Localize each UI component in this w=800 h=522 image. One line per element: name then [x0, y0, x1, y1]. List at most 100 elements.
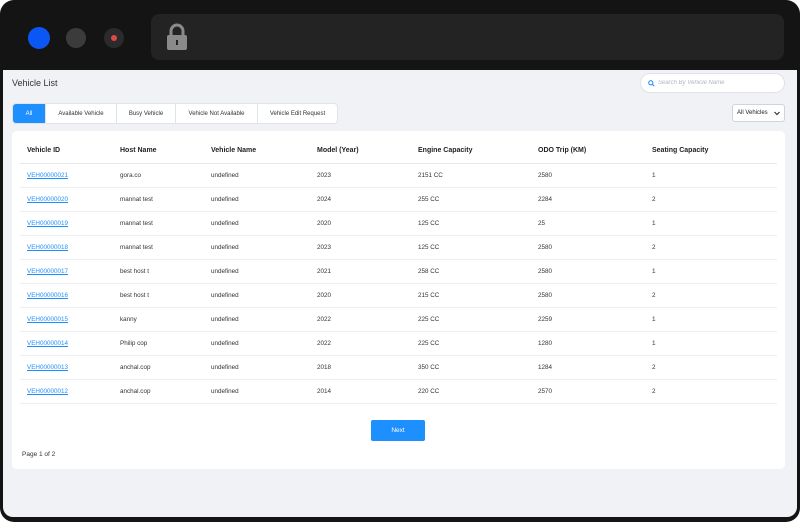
table-cell: 2020	[317, 211, 418, 236]
device-frame: Vehicle List All Available Vehicle Busy …	[0, 0, 800, 522]
vehicle-id-link[interactable]: VEH00000013	[27, 364, 68, 371]
table-row: VEH00000013 anchal.cop undefined 2018 350 CC…	[20, 355, 777, 380]
window-button-gray[interactable]	[66, 28, 86, 48]
table-cell: undefined	[211, 355, 317, 380]
table-cell: undefined	[211, 163, 317, 188]
table-cell: 2580	[538, 235, 652, 260]
table-cell: best host t	[120, 259, 211, 284]
table-cell: 1	[652, 259, 777, 284]
table-cell: 2023	[317, 163, 418, 188]
vehicle-table-card: Vehicle ID Host Name Vehicle Name Model (Ye…	[12, 131, 785, 469]
search-input[interactable]	[658, 77, 780, 89]
table-cell: VEH00000015	[20, 307, 120, 332]
window-toolbar	[0, 0, 800, 70]
tab-vehicle-edit-request[interactable]: Vehicle Edit Request	[258, 104, 337, 123]
address-bar[interactable]	[151, 14, 784, 60]
lock-icon	[167, 23, 187, 50]
table-cell: 2151 CC	[418, 163, 538, 188]
table-cell: 1	[652, 211, 777, 236]
vehicle-id-link[interactable]: VEH00000021	[27, 172, 68, 179]
table-cell: 1280	[538, 331, 652, 356]
search-box[interactable]	[640, 73, 785, 93]
table-cell: VEH00000019	[20, 211, 120, 236]
table-cell: 25	[538, 211, 652, 236]
table-cell: undefined	[211, 331, 317, 356]
table-cell: 255 CC	[418, 187, 538, 212]
vehicle-id-link[interactable]: VEH00000014	[27, 340, 68, 347]
table-cell: VEH00000017	[20, 259, 120, 284]
table-cell: 2018	[317, 355, 418, 380]
column-header: Seating Capacity	[652, 139, 777, 164]
table-cell: anchal.cop	[120, 379, 211, 404]
table-cell: 2259	[538, 307, 652, 332]
table-cell: gora.co	[120, 163, 211, 188]
table-row: VEH00000014 Philip cop undefined 2022 225 CC…	[20, 331, 777, 356]
column-header: Vehicle ID	[20, 139, 120, 164]
table-cell: 2580	[538, 283, 652, 308]
table-cell: VEH00000016	[20, 283, 120, 308]
table-cell: 1284	[538, 355, 652, 380]
page-title: Vehicle List	[12, 78, 58, 88]
table-cell: VEH00000018	[20, 235, 120, 260]
vehicle-id-link[interactable]: VEH00000020	[27, 196, 68, 203]
table-cell: undefined	[211, 283, 317, 308]
table-cell: undefined	[211, 187, 317, 212]
table-cell: 2	[652, 187, 777, 212]
table-cell: VEH00000020	[20, 187, 120, 212]
tab-vehicle-not-available[interactable]: Vehicle Not Available	[176, 104, 258, 123]
table-cell: undefined	[211, 259, 317, 284]
table-cell: mannat test	[120, 235, 211, 260]
tab-available-vehicle[interactable]: Available Vehicle	[46, 104, 117, 123]
table-cell: 1	[652, 331, 777, 356]
vehicle-filter-value: All Vehicles	[737, 110, 768, 116]
table-cell: 2023	[317, 235, 418, 260]
vehicle-id-link[interactable]: VEH00000019	[27, 220, 68, 227]
table-cell: 2021	[317, 259, 418, 284]
column-header: ODO Trip (KM)	[538, 139, 652, 164]
table-cell: 125 CC	[418, 235, 538, 260]
vehicle-id-link[interactable]: VEH00000018	[27, 244, 68, 251]
table-cell: mannat test	[120, 187, 211, 212]
next-button[interactable]: Next	[371, 420, 425, 441]
vehicle-filter-select[interactable]: All Vehicles	[732, 104, 785, 122]
vehicle-id-link[interactable]: VEH00000016	[27, 292, 68, 299]
page-info: Page 1 of 2	[22, 451, 56, 458]
table-cell: 2	[652, 283, 777, 308]
table-cell: 2020	[317, 283, 418, 308]
table-cell: 2	[652, 235, 777, 260]
app-screen: Vehicle List All Available Vehicle Busy …	[3, 70, 797, 517]
column-header: Vehicle Name	[211, 139, 317, 164]
window-button-blue[interactable]	[28, 27, 50, 49]
table-cell: 2	[652, 379, 777, 404]
table-cell: 2	[652, 355, 777, 380]
tab-busy-vehicle[interactable]: Busy Vehicle	[117, 104, 176, 123]
record-button[interactable]	[104, 28, 124, 48]
table-cell: 2580	[538, 259, 652, 284]
table-cell: 220 CC	[418, 379, 538, 404]
table-cell: 125 CC	[418, 211, 538, 236]
vehicle-id-link[interactable]: VEH00000017	[27, 268, 68, 275]
table-cell: kanny	[120, 307, 211, 332]
table-cell: 2284	[538, 187, 652, 212]
tab-all[interactable]: All	[13, 104, 46, 123]
table-cell: best host t	[120, 283, 211, 308]
table-cell: 225 CC	[418, 331, 538, 356]
table-cell: VEH00000014	[20, 331, 120, 356]
table-cell: undefined	[211, 379, 317, 404]
table-cell: 215 CC	[418, 283, 538, 308]
table-cell: undefined	[211, 235, 317, 260]
vehicle-id-link[interactable]: VEH00000012	[27, 388, 68, 395]
table-row: VEH00000019 mannat test undefined 2020 125 C…	[20, 211, 777, 236]
column-header: Engine Capacity	[418, 139, 538, 164]
table-cell: 2570	[538, 379, 652, 404]
table-cell: undefined	[211, 211, 317, 236]
table-header-row: Vehicle ID Host Name Vehicle Name Model (Ye…	[20, 139, 777, 164]
search-icon	[648, 80, 655, 87]
column-header: Host Name	[120, 139, 211, 164]
vehicle-id-link[interactable]: VEH00000015	[27, 316, 68, 323]
table-cell: 2014	[317, 379, 418, 404]
vehicle-table: Vehicle ID Host Name Vehicle Name Model (Ye…	[20, 139, 777, 404]
table-cell: 1	[652, 163, 777, 188]
chevron-down-icon	[774, 111, 780, 116]
table-cell: 2580	[538, 163, 652, 188]
